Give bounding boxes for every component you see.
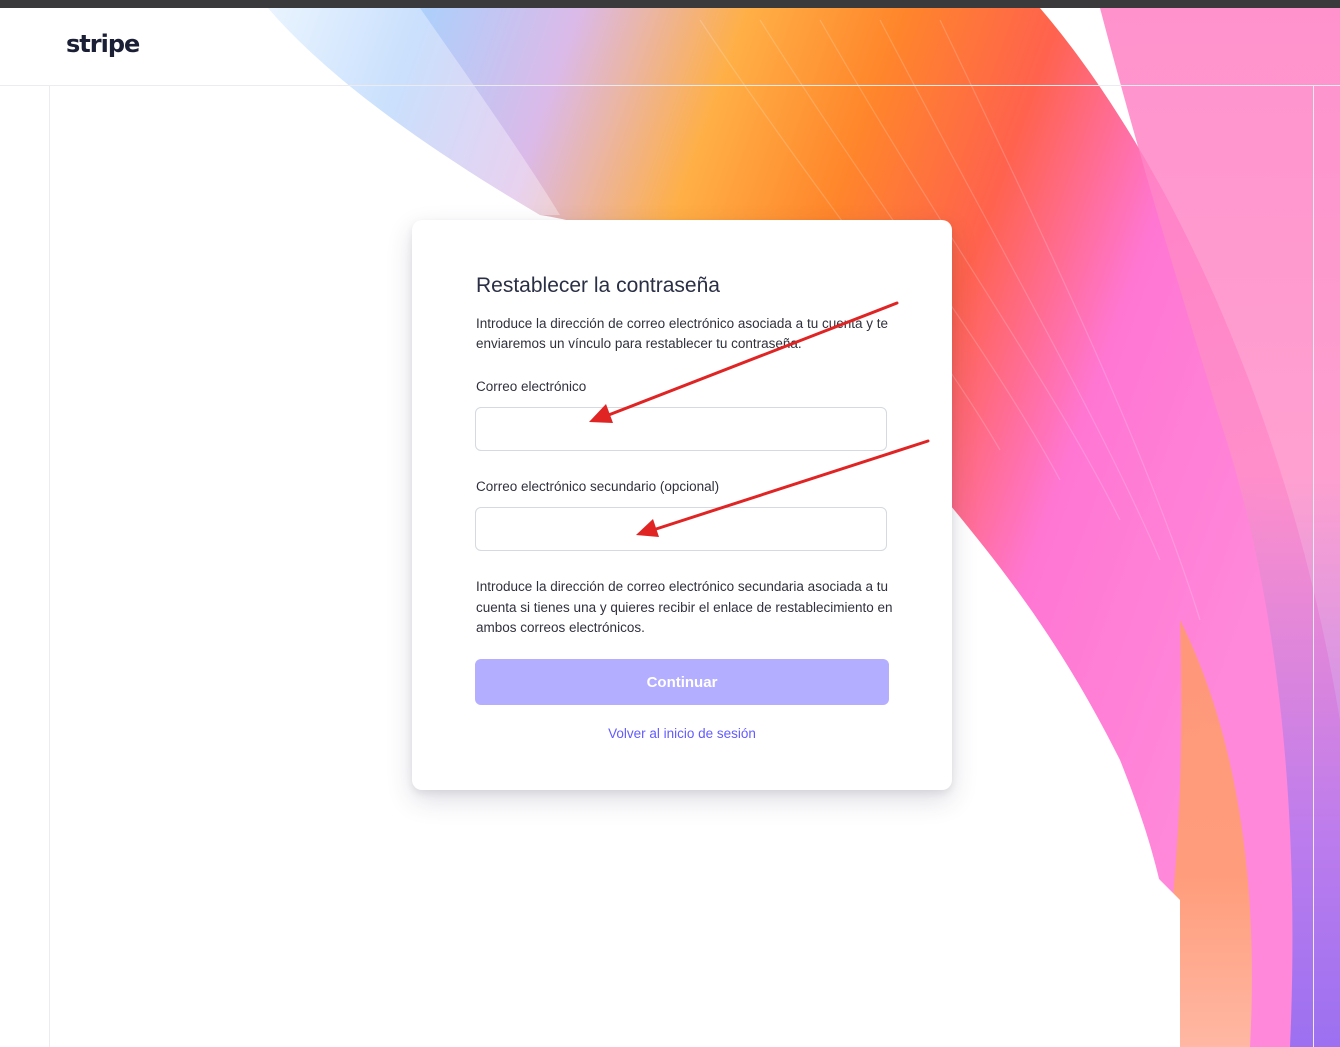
secondary-email-help: Introduce la dirección de correo electró… — [476, 579, 893, 635]
site-header: stripe — [0, 8, 1340, 86]
secondary-email-field[interactable] — [475, 507, 887, 551]
email-field[interactable] — [475, 407, 887, 451]
page-title: Restablecer la contraseña — [476, 274, 720, 297]
back-to-login-link[interactable]: Volver al inicio de sesión — [412, 726, 952, 741]
email-label: Correo electrónico — [476, 379, 587, 394]
right-guide-line — [1313, 86, 1314, 1047]
card-description: Introduce la dirección de correo electró… — [476, 316, 888, 351]
stripe-logo[interactable]: stripe — [66, 30, 140, 58]
secondary-email-label: Correo electrónico secundario (opcional) — [476, 479, 720, 494]
reset-password-card: Restablecer la contraseña Introduce la d… — [412, 220, 952, 790]
continue-button[interactable]: Continuar — [475, 659, 889, 705]
browser-top-strip — [0, 0, 1340, 8]
left-guide-line — [49, 86, 50, 1047]
page: stripe Restablecer la contraseña Introdu… — [0, 0, 1340, 1047]
